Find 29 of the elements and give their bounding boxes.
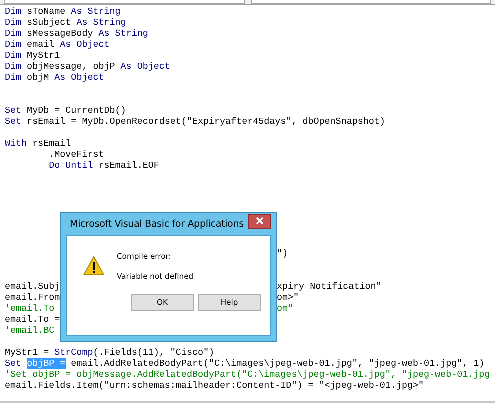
code-fragment: email.From (5, 292, 60, 303)
code-line: Dim email As Object (5, 39, 110, 50)
code-line: Dim MyStr1 (5, 50, 60, 61)
code-line: Dim sSubject As String (5, 17, 126, 28)
code-fragment: xpiry Notification" (277, 281, 382, 292)
code-line: email.Fields.Item("urn:schemas:mailheader:Content-ID") = "<jpeg-web-01.jpg>" (5, 380, 424, 391)
code-fragment: om>" (277, 292, 300, 303)
code-line: Dim sToName As String (5, 6, 121, 17)
code-line: Do Until rsEmail.EOF (48, 160, 160, 171)
code-line: .MoveFirst (48, 149, 104, 160)
code-line: With rsEmail (5, 138, 72, 149)
code-line: Set objBP = email.AddRelatedBodyPart("C:\images\jpeg-web-01.jpg", "jpeg-web-01.jpg", 1) (5, 358, 485, 369)
code-fragment: om" (277, 303, 294, 314)
close-icon (256, 217, 264, 225)
dialog-title: Microsoft Visual Basic for Applications (69, 218, 244, 230)
code-line: 'Set objBP = objMessage.AddRelatedBodyPart("C:\images\jpeg-web-01.jpg", "jpeg-web-01.jpg (5, 369, 490, 380)
code-fragment: email.Subj (5, 281, 60, 292)
code-fragment: ") (277, 248, 288, 259)
code-fragment: email.To = (5, 314, 60, 325)
code-line: Dim objM As Object (5, 72, 104, 83)
code-line: MyStr1 = StrComp(.Fields(11), "Cisco") (5, 347, 215, 358)
code-line: Dim objMessage, objP As Object (5, 61, 170, 72)
code-fragment: 'email.BC (5, 325, 55, 336)
code-line: Dim sMessageBody As String (5, 28, 148, 39)
warning-icon (83, 256, 105, 276)
close-button[interactable] (248, 214, 271, 228)
code-fragment: 'email.To (5, 303, 55, 314)
code-line: Set rsEmail = MyDb.OpenRecordset("Expiryafter45days", dbOpenSnapshot) (5, 116, 386, 127)
code-line: Set MyDb = CurrentDb() (5, 105, 126, 116)
